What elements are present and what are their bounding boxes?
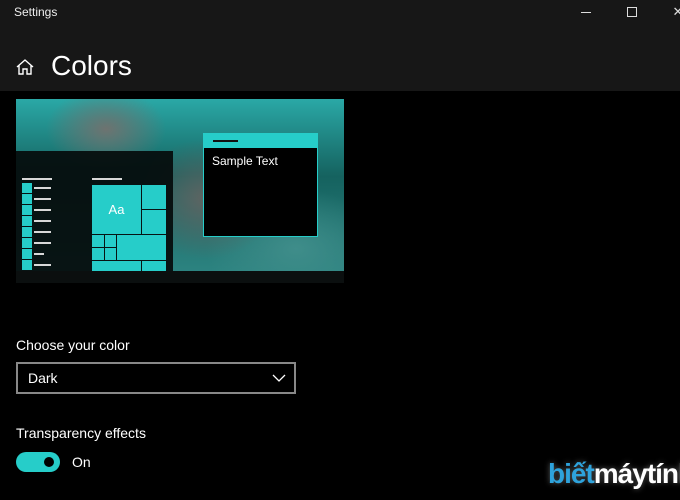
logo-part2: máytính [593, 458, 680, 489]
tile-large: Aa [92, 185, 141, 234]
close-icon: ✕ [672, 4, 680, 19]
choose-color-label: Choose your color [16, 337, 130, 353]
chevron-down-icon [272, 374, 286, 382]
minimize-button[interactable] [563, 0, 609, 24]
toggle-knob [44, 457, 54, 467]
taskbar-preview [16, 271, 344, 283]
start-menu-preview: Aa [16, 151, 173, 271]
sample-window-preview: Sample Text [203, 133, 318, 237]
dropdown-value: Dark [28, 370, 58, 386]
home-icon[interactable] [15, 57, 35, 77]
transparency-label: Transparency effects [16, 425, 146, 441]
choose-color-dropdown[interactable]: Dark [16, 362, 296, 394]
transparency-toggle[interactable] [16, 452, 60, 472]
sample-text: Sample Text [212, 154, 278, 168]
minimize-icon [581, 11, 591, 13]
logo-part1: biết [548, 458, 595, 489]
maximize-button[interactable] [609, 0, 655, 24]
window-title: Settings [14, 5, 58, 19]
maximize-icon [627, 7, 637, 17]
close-button[interactable]: ✕ [655, 0, 680, 24]
page-title: Colors [51, 50, 132, 81]
watermark-logo: biếtmáytính [548, 458, 680, 490]
toggle-state-label: On [72, 454, 91, 470]
app-list-preview [22, 183, 51, 270]
theme-preview: Aa Sample Text [16, 99, 344, 271]
